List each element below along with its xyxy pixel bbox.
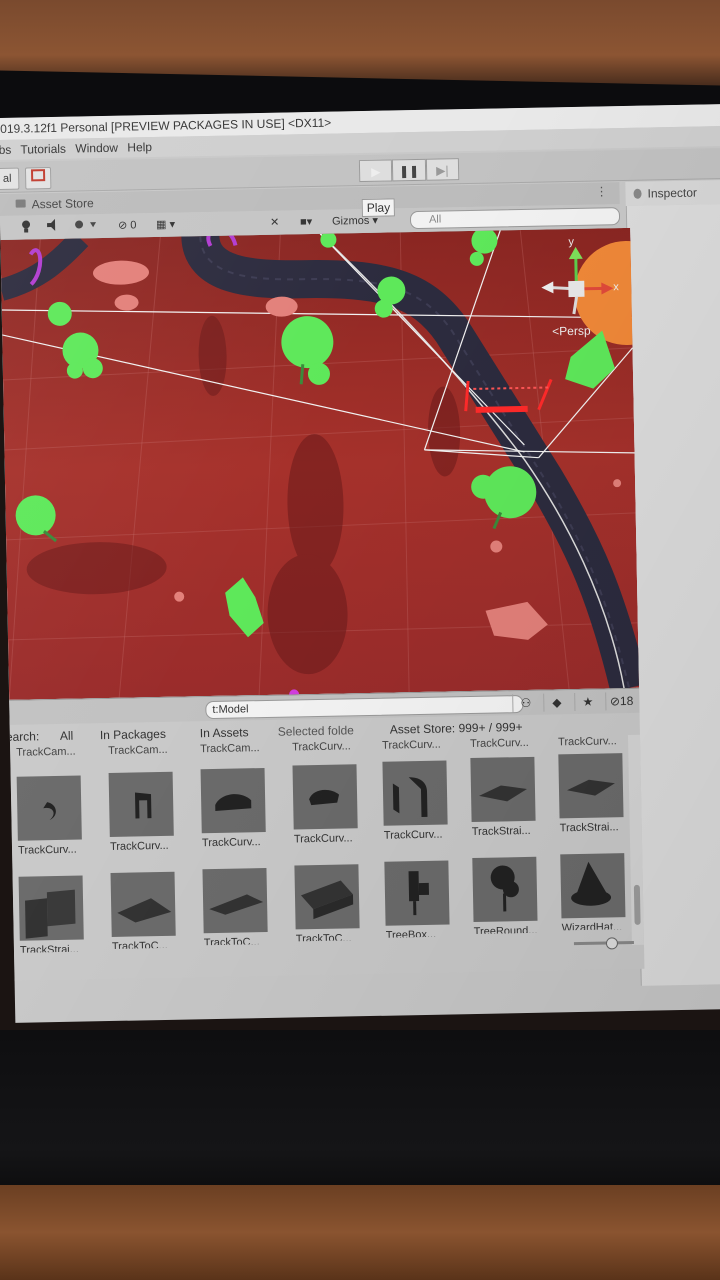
scene-view[interactable]: y x <Persp <box>0 227 640 700</box>
hidden-packages-toggle[interactable]: ⊘18 <box>604 691 634 711</box>
asset-thumbnail[interactable] <box>558 753 624 819</box>
label-icon[interactable]: ◆ <box>542 693 567 712</box>
asset-label: TrackToC... <box>111 939 168 949</box>
asset-thumbnail[interactable] <box>560 853 626 919</box>
asset-thumbnail[interactable] <box>382 760 448 826</box>
filter-type-icon[interactable]: ⚇ <box>511 693 536 713</box>
favorite-star-icon[interactable]: ★ <box>573 692 598 712</box>
asset-label: TrackToC... <box>203 936 260 946</box>
asset-thumbnail[interactable] <box>384 860 450 926</box>
asset-thumbnail[interactable] <box>110 871 176 937</box>
scene-search-input[interactable]: All <box>409 207 621 230</box>
inspector-icon <box>633 188 642 199</box>
asset-thumbnail[interactable] <box>202 867 268 934</box>
tools-icon[interactable]: ✕ <box>270 213 286 231</box>
project-search-input[interactable]: t:Model <box>205 695 524 720</box>
toolbar-left-button[interactable]: al <box>0 167 20 191</box>
hidden-objects-count: 0 <box>130 219 137 232</box>
grid-toggle-icon[interactable]: ▦ ▾ <box>156 215 186 234</box>
asset-thumbnail[interactable] <box>108 771 174 837</box>
slider-knob[interactable] <box>605 937 619 950</box>
menu-item-partial[interactable]: bs <box>0 143 11 157</box>
asset-label: TrackCurv... <box>293 832 353 846</box>
lighting-icon[interactable] <box>20 218 34 236</box>
tab-asset-store-label: Asset Store <box>31 196 94 212</box>
asset-name: TrackCurv... <box>557 735 617 749</box>
scope-in-assets[interactable]: In Assets <box>200 722 249 743</box>
asset-label: TrackCurv... <box>109 839 169 853</box>
asset-grid: TrackCam... TrackCam... TrackCam... Trac… <box>10 735 634 957</box>
scrollbar-thumb[interactable] <box>633 884 641 925</box>
asset-name: TrackCurv... <box>382 738 441 752</box>
play-button[interactable]: ▶ <box>358 159 393 183</box>
collab-icon[interactable] <box>24 166 52 190</box>
asset-label: TrackCurv... <box>383 828 443 842</box>
tab-inspector[interactable]: Inspector <box>625 179 720 206</box>
project-panel: t:Model ⚇ ◆ ★ ⊘18 earch: All In Packages… <box>5 687 645 981</box>
asset-thumbnail[interactable] <box>294 864 360 930</box>
hidden-packages-count: 18 <box>619 693 634 709</box>
asset-thumbnail[interactable] <box>18 875 84 941</box>
eye-slash-icon: ⊘ <box>117 219 128 232</box>
persp-label[interactable]: <Persp <box>552 324 591 339</box>
asset-thumbnail[interactable] <box>16 775 82 841</box>
asset-name: TrackCurv... <box>292 740 351 754</box>
menu-item-window[interactable]: Window <box>75 141 118 156</box>
eye-slash-icon: ⊘ <box>609 694 621 709</box>
asset-label: TrackStrai... <box>471 824 531 839</box>
scene-canvas[interactable]: y x <Persp <box>0 227 640 700</box>
asset-label: TreeRound... <box>473 924 538 935</box>
play-tooltip: Play <box>361 198 396 218</box>
search-scope-label: earch: <box>5 729 40 744</box>
effects-icon[interactable] <box>74 217 100 235</box>
menu-item-help[interactable]: Help <box>127 140 152 154</box>
asset-label: TrackStrai... <box>19 943 79 953</box>
camera-icon[interactable]: ■▾ <box>300 213 324 231</box>
audio-icon[interactable] <box>46 218 62 236</box>
menu-item-tutorials[interactable]: Tutorials <box>20 142 66 157</box>
scope-selected-folder[interactable]: Selected folde <box>278 720 354 741</box>
asset-thumbnail[interactable] <box>200 768 266 834</box>
scene-search-placeholder: All <box>428 213 442 226</box>
axis-y-label: y <box>568 236 574 248</box>
tab-asset-store[interactable]: Asset Store <box>9 194 99 214</box>
asset-label: TrackCurv... <box>17 843 77 857</box>
hidden-objects-toggle[interactable]: ⊘ 0 <box>118 216 152 235</box>
asset-label: TreeBox... <box>385 928 437 938</box>
play-controls: ▶ ❚❚ ▶| <box>358 158 460 183</box>
monitor-screen: 019.3.12f1 Personal [PREVIEW PACKAGES IN… <box>0 104 720 1023</box>
axis-x-label: x <box>613 281 619 293</box>
pause-button[interactable]: ❚❚ <box>392 158 426 182</box>
project-search-value: t:Model <box>212 703 249 716</box>
scope-in-packages[interactable]: In Packages <box>100 724 166 745</box>
tab-inspector-label: Inspector <box>647 185 698 201</box>
asset-thumbnail[interactable] <box>292 764 358 830</box>
project-toolbar-icons: ⚇ ◆ ★ ⊘18 <box>511 691 634 713</box>
asset-name: TrackCurv... <box>469 736 529 751</box>
tab-menu-icon[interactable]: ⋮ <box>595 184 607 198</box>
monitor-bezel-bottom <box>0 1030 720 1200</box>
asset-label: TrackCurv... <box>201 836 261 850</box>
scope-asset-store[interactable]: Asset Store: 999+ / 999+ <box>390 717 523 740</box>
asset-store-icon <box>15 199 26 208</box>
asset-thumbnail[interactable] <box>470 756 536 823</box>
asset-label: TrackStrai... <box>559 821 619 835</box>
desk-surface <box>0 1185 720 1280</box>
asset-label: TrackToC... <box>295 932 352 942</box>
asset-name: TrackCam... <box>200 742 260 756</box>
asset-thumbnail[interactable] <box>472 856 538 923</box>
asset-name: TrackCam... <box>108 743 168 758</box>
scope-all[interactable]: All <box>60 726 74 746</box>
asset-label: WizardHat... <box>561 921 623 931</box>
asset-name: TrackCam... <box>16 745 76 759</box>
step-button[interactable]: ▶| <box>425 158 460 181</box>
